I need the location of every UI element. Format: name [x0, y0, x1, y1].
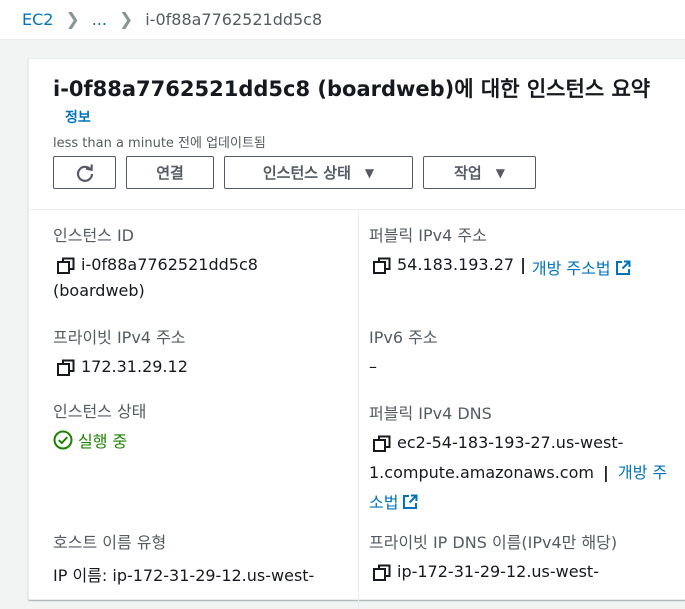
- field-label: 인스턴스 상태: [53, 402, 147, 421]
- refresh-icon: [76, 163, 93, 182]
- external-link-icon: [403, 494, 418, 509]
- connect-button-label: 연결: [156, 164, 184, 182]
- field-label: IPv6 주소: [369, 328, 438, 347]
- breadcrumb-ellipsis-link[interactable]: ...: [92, 10, 107, 29]
- connect-button[interactable]: 연결: [126, 156, 214, 189]
- copy-icon[interactable]: [57, 359, 75, 377]
- actions-dropdown[interactable]: 작업 ▼: [423, 156, 536, 189]
- field-label: 프라이빗 IPv4 주소: [53, 328, 186, 347]
- field-instance-id: 인스턴스 ID i-0f88a7762521dd5c8 (boardweb): [53, 222, 258, 300]
- open-address-link-part2[interactable]: 소법: [369, 493, 418, 512]
- field-label: 호스트 이름 유형: [53, 533, 167, 552]
- hostname-type-value: IP 이름: ip-172-31-29-12.us-west-: [53, 566, 315, 585]
- private-ipv4-value: 172.31.29.12: [81, 357, 188, 376]
- copy-icon[interactable]: [57, 257, 75, 275]
- instance-state-value: 실행 중: [78, 432, 128, 451]
- chevron-right-icon: ❯: [65, 9, 80, 30]
- caret-down-icon: ▼: [495, 165, 505, 180]
- field-ipv6: IPv6 주소 –: [369, 324, 438, 376]
- open-address-link-part1[interactable]: 개방 주: [618, 463, 667, 482]
- field-public-dns: 퍼블릭 IPv4 DNS ec2-54-183-193-27.us-west- …: [369, 400, 667, 513]
- panel-header: i-0f88a7762521dd5c8 (boardweb)에 대한 인스턴스 …: [29, 59, 685, 210]
- info-link[interactable]: 정보: [65, 107, 91, 127]
- field-private-dns: 프라이빗 IP DNS 이름(IPv4만 해당) ip-172-31-29-12…: [369, 529, 617, 582]
- breadcrumb: EC2 ❯ ... ❯ i-0f88a7762521dd5c8: [0, 0, 685, 40]
- private-dns-value: ip-172-31-29-12.us-west-: [397, 562, 599, 581]
- open-address-link[interactable]: 개방 주소법: [532, 255, 631, 279]
- instance-state-dropdown[interactable]: 인스턴스 상태 ▼: [224, 156, 413, 189]
- instance-id-value: i-0f88a7762521dd5c8: [81, 255, 258, 274]
- value-separator: |: [520, 255, 526, 274]
- instance-name-value: (boardweb): [53, 281, 145, 300]
- copy-icon[interactable]: [373, 257, 391, 275]
- copy-icon[interactable]: [373, 435, 391, 453]
- public-dns-value-line1: ec2-54-183-193-27.us-west-: [397, 433, 624, 452]
- breadcrumb-ec2-link[interactable]: EC2: [22, 10, 53, 29]
- public-dns-value-line2: 1.compute.amazonaws.com: [369, 463, 594, 482]
- open-address-link-part2-label: 소법: [369, 493, 399, 512]
- external-link-icon: [615, 260, 631, 275]
- ipv6-value: –: [369, 357, 377, 376]
- copy-icon[interactable]: [373, 564, 391, 582]
- check-circle-icon: [53, 430, 73, 450]
- status-badge: 실행 중: [53, 428, 146, 452]
- actions-label: 작업: [454, 164, 482, 182]
- field-private-ipv4: 프라이빗 IPv4 주소 172.31.29.12: [53, 324, 188, 377]
- caret-down-icon: ▼: [364, 165, 375, 180]
- last-updated-text: less than a minute 전에 업데이트됨: [53, 136, 266, 151]
- field-public-ipv4: 퍼블릭 IPv4 주소 54.183.193.27 | 개방 주소법: [369, 222, 631, 279]
- value-separator: |: [603, 463, 609, 482]
- field-label: 프라이빗 IP DNS 이름(IPv4만 해당): [369, 533, 618, 552]
- field-label: 인스턴스 ID: [53, 226, 135, 245]
- public-ipv4-value: 54.183.193.27: [397, 255, 515, 274]
- instance-state-label: 인스턴스 상태: [262, 164, 351, 182]
- open-address-link-label: 개방 주소법: [531, 259, 611, 278]
- instance-summary-panel: i-0f88a7762521dd5c8 (boardweb)에 대한 인스턴스 …: [28, 58, 685, 609]
- page-title: i-0f88a7762521dd5c8 (boardweb)에 대한 인스턴스 …: [53, 77, 651, 101]
- field-instance-state: 인스턴스 상태 실행 중: [53, 398, 146, 452]
- breadcrumb-current: i-0f88a7762521dd5c8: [145, 10, 323, 29]
- field-hostname-type: 호스트 이름 유형 IP 이름: ip-172-31-29-12.us-west…: [53, 529, 314, 586]
- field-label: 퍼블릭 IPv4 DNS: [369, 404, 492, 423]
- refresh-button[interactable]: [53, 156, 116, 189]
- column-divider: [358, 209, 359, 609]
- chevron-right-icon: ❯: [118, 9, 134, 30]
- field-label: 퍼블릭 IPv4 주소: [369, 226, 487, 245]
